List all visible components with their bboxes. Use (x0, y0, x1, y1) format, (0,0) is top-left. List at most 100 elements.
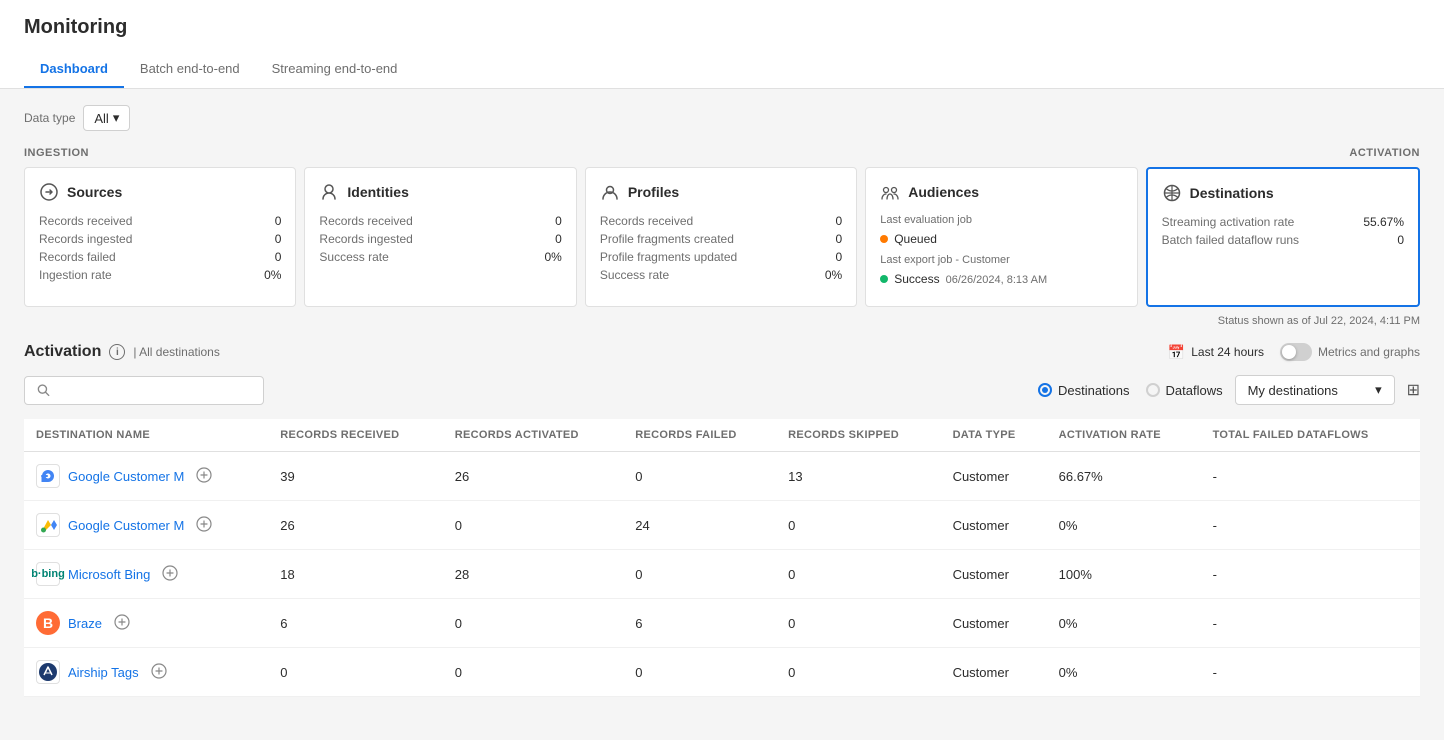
last-eval-label: Last evaluation job (880, 214, 1122, 226)
sources-row-label-0: Records received (39, 214, 252, 228)
filter-add-icon[interactable] (151, 663, 167, 682)
dest-name[interactable]: Airship Tags (68, 665, 139, 680)
radio-dataflows[interactable]: Dataflows (1146, 383, 1223, 398)
audiences-icon (880, 182, 900, 202)
identities-card[interactable]: Identities Records received 0 Records in… (304, 167, 576, 307)
dest-logo (36, 513, 60, 537)
metrics-toggle-label: Metrics and graphs (1318, 345, 1420, 359)
dest-name-cell: B Braze (24, 599, 268, 648)
data-type-cell: Customer (941, 599, 1047, 648)
dest-cell: Airship Tags (36, 660, 256, 684)
success-date: 06/26/2024, 8:13 AM (946, 274, 1048, 286)
dest-name[interactable]: Google Customer M (68, 518, 184, 533)
records-failed-cell: 0 (623, 648, 776, 697)
time-filter[interactable]: 📅 Last 24 hours (1168, 344, 1264, 361)
sources-title: Sources (67, 184, 122, 200)
records-failed-cell: 24 (623, 501, 776, 550)
total-failed-cell: - (1201, 648, 1420, 697)
destinations-title: Destinations (1190, 185, 1274, 201)
records-skipped-cell: 13 (776, 452, 940, 501)
records-activated-cell: 28 (443, 550, 624, 599)
records-failed-cell: 0 (623, 452, 776, 501)
destinations-row-val-0: 55.67% (1363, 215, 1404, 229)
col-records-skipped: RECORDS SKIPPED (776, 419, 940, 452)
dest-logo: B (36, 611, 60, 635)
grid-view-icon[interactable]: ⊞ (1407, 380, 1420, 400)
tabs-nav: Dashboard Batch end-to-end Streaming end… (24, 51, 1420, 88)
dest-cell: Google Customer M (36, 464, 256, 488)
total-failed-cell: - (1201, 599, 1420, 648)
sources-row-val-2: 0 (264, 250, 281, 264)
activation-header: Activation i | All destinations 📅 Last 2… (24, 343, 1420, 361)
radio-dot-destinations (1038, 383, 1052, 397)
activation-rate-cell: 0% (1047, 599, 1201, 648)
dest-logo (36, 464, 60, 488)
data-type-row: Data type All ▾ (24, 105, 1420, 131)
destinations-row-label-0: Streaming activation rate (1162, 215, 1352, 229)
section-labels: INGESTION ACTIVATION (24, 147, 1420, 167)
sources-card[interactable]: Sources Records received 0 Records inges… (24, 167, 296, 307)
records-skipped-cell: 0 (776, 599, 940, 648)
filter-add-icon[interactable] (196, 516, 212, 535)
main-content: Data type All ▾ INGESTION ACTIVATION Sou… (0, 89, 1444, 713)
dest-logo: b·bing (36, 562, 60, 586)
sources-card-header: Sources (39, 182, 281, 202)
total-failed-cell: - (1201, 550, 1420, 599)
destinations-rows: Streaming activation rate 55.67% Batch f… (1162, 215, 1404, 247)
records-activated-cell: 26 (443, 452, 624, 501)
profiles-card[interactable]: Profiles Records received 0 Profile frag… (585, 167, 857, 307)
destination-filter-select[interactable]: My destinations ▾ (1235, 375, 1395, 405)
filter-add-icon[interactable] (162, 565, 178, 584)
col-activation-rate: ACTIVATION RATE (1047, 419, 1201, 452)
profiles-row-val-1: 0 (825, 232, 842, 246)
activation-title-text: Activation (24, 343, 101, 361)
identities-row-label-2: Success rate (319, 250, 532, 264)
identities-card-header: Identities (319, 182, 561, 202)
data-type-cell: Customer (941, 452, 1047, 501)
radio-destinations[interactable]: Destinations (1038, 383, 1130, 398)
profiles-row-val-3: 0% (825, 268, 842, 282)
table-row: Google Customer M 26 0 24 0 Customer 0% … (24, 501, 1420, 550)
records-skipped-cell: 0 (776, 501, 940, 550)
table-row: Airship Tags 0 0 0 0 Customer 0% - (24, 648, 1420, 697)
dest-name-cell: Google Customer M (24, 452, 268, 501)
metrics-toggle-switch[interactable] (1280, 343, 1312, 361)
filter-add-icon[interactable] (196, 467, 212, 486)
search-input[interactable] (58, 383, 251, 398)
profiles-card-header: Profiles (600, 182, 842, 202)
success-row: Success 06/26/2024, 8:13 AM (880, 272, 1122, 286)
queued-dot (880, 235, 888, 243)
info-icon[interactable]: i (109, 344, 125, 360)
tab-streaming[interactable]: Streaming end-to-end (256, 51, 414, 88)
data-type-cell: Customer (941, 648, 1047, 697)
identities-row-val-2: 0% (544, 250, 561, 264)
profiles-rows: Records received 0 Profile fragments cre… (600, 214, 842, 282)
audiences-card-header: Audiences (880, 182, 1122, 202)
col-destination-name: DESTINATION NAME (24, 419, 268, 452)
data-type-select[interactable]: All ▾ (83, 105, 130, 131)
sources-row-label-3: Ingestion rate (39, 268, 252, 282)
destinations-card[interactable]: Destinations Streaming activation rate 5… (1146, 167, 1420, 307)
dest-cell: b·bing Microsoft Bing (36, 562, 256, 586)
profiles-title: Profiles (628, 184, 679, 200)
data-type-cell: Customer (941, 550, 1047, 599)
dest-name[interactable]: Braze (68, 616, 102, 631)
dest-name[interactable]: Google Customer M (68, 469, 184, 484)
ingestion-label: INGESTION (24, 147, 89, 159)
profiles-row-label-1: Profile fragments created (600, 232, 813, 246)
col-records-failed: RECORDS FAILED (623, 419, 776, 452)
identities-title: Identities (347, 184, 408, 200)
dest-name[interactable]: Microsoft Bing (68, 567, 150, 582)
audiences-body: Last evaluation job Queued Last export j… (880, 214, 1122, 286)
filter-add-icon[interactable] (114, 614, 130, 633)
tab-batch[interactable]: Batch end-to-end (124, 51, 256, 88)
destinations-table: DESTINATION NAME RECORDS RECEIVED RECORD… (24, 419, 1420, 697)
sources-row-label-1: Records ingested (39, 232, 252, 246)
tab-dashboard[interactable]: Dashboard (24, 51, 124, 88)
queued-label: Queued (894, 232, 937, 246)
audiences-card[interactable]: Audiences Last evaluation job Queued Las… (865, 167, 1137, 307)
page-title: Monitoring (24, 16, 1420, 39)
search-box[interactable] (24, 376, 264, 405)
records-received-cell: 39 (268, 452, 442, 501)
status-shown: Status shown as of Jul 22, 2024, 4:11 PM (24, 315, 1420, 327)
